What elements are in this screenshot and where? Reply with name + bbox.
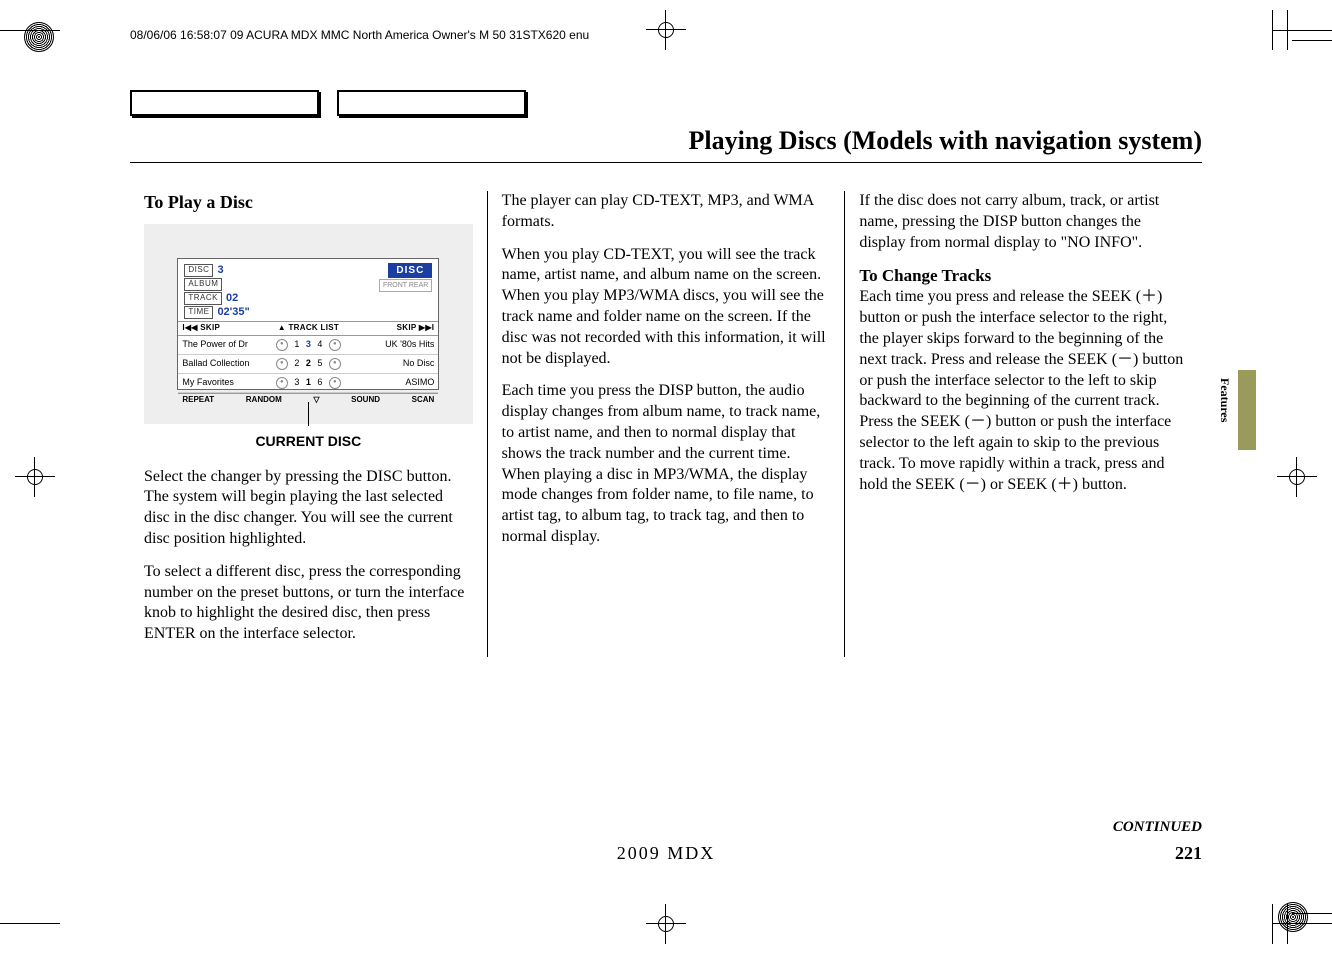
- section-tab: [1238, 370, 1256, 450]
- disc-tag: DISC: [184, 264, 213, 276]
- placeholder-box: [337, 90, 526, 116]
- title-rule: [130, 162, 1202, 163]
- placeholder-box: [130, 90, 319, 116]
- print-header: 08/06/06 16:58:07 09 ACURA MDX MMC North…: [130, 28, 589, 42]
- disc-list-row: Ballad Collection●225●No Disc: [178, 355, 438, 374]
- track-tag: TRACK: [184, 292, 222, 304]
- audio-display-figure: DISC FRONT REAR DISC 3 ALBUM TRACK 02 TI…: [144, 224, 473, 424]
- track-value: 02: [226, 291, 238, 305]
- audio-footer-label: RANDOM: [246, 395, 282, 405]
- continued-label: CONTINUED: [1113, 819, 1202, 836]
- disc-list-row: The Power of Dr●134●UK '80s Hits: [178, 336, 438, 355]
- disc-value: 3: [217, 263, 223, 277]
- audio-footer-label: SOUND: [351, 395, 380, 405]
- album-tag: ALBUM: [184, 278, 222, 290]
- time-value: 02'35": [217, 305, 249, 319]
- body-text: Each time you press and release the SEEK…: [859, 287, 1188, 495]
- crosshair-icon: [25, 467, 45, 487]
- section-heading: To Change Tracks: [859, 265, 1188, 287]
- body-text: Each time you press the DISP button, the…: [502, 381, 831, 547]
- body-text: The player can play CD-TEXT, MP3, and WM…: [502, 191, 831, 233]
- crop-mark: [0, 923, 60, 924]
- callout-line: [308, 402, 309, 426]
- body-text: When you play CD-TEXT, you will see the …: [502, 245, 831, 370]
- crosshair-icon: [656, 914, 676, 934]
- page-title: Playing Discs (Models with navigation sy…: [130, 126, 1202, 156]
- crosshair-icon: [1287, 467, 1307, 487]
- registration-mark-icon: [24, 22, 54, 52]
- section-heading: To Play a Disc: [144, 191, 473, 214]
- audio-footer-label: REPEAT: [182, 395, 214, 405]
- section-label: Features: [1217, 378, 1232, 422]
- skip-fwd-label: SKIP ▶▶I: [397, 323, 435, 333]
- registration-mark-icon: [1278, 902, 1308, 932]
- body-text: If the disc does not carry album, track,…: [859, 191, 1188, 253]
- disc-list-row: My Favorites●316●ASIMO: [178, 374, 438, 393]
- audio-screen: DISC FRONT REAR DISC 3 ALBUM TRACK 02 TI…: [177, 258, 439, 390]
- front-rear-badge: FRONT REAR: [379, 279, 432, 292]
- tracklist-label: ▲ TRACK LIST: [278, 323, 339, 333]
- body-text: Select the changer by pressing the DISC …: [144, 467, 473, 550]
- footer-model: 2009 MDX: [617, 843, 716, 864]
- audio-footer-label: ▽: [313, 395, 319, 405]
- body-text: To select a different disc, press the co…: [144, 562, 473, 645]
- skip-back-label: I◀◀ SKIP: [182, 323, 220, 333]
- time-tag: TIME: [184, 306, 213, 318]
- disc-badge: DISC: [388, 263, 432, 278]
- audio-footer-label: SCAN: [412, 395, 435, 405]
- page-number: 221: [1175, 843, 1202, 864]
- crosshair-icon: [656, 20, 676, 40]
- figure-caption: CURRENT DISC: [144, 432, 473, 450]
- crop-mark: [1272, 30, 1332, 31]
